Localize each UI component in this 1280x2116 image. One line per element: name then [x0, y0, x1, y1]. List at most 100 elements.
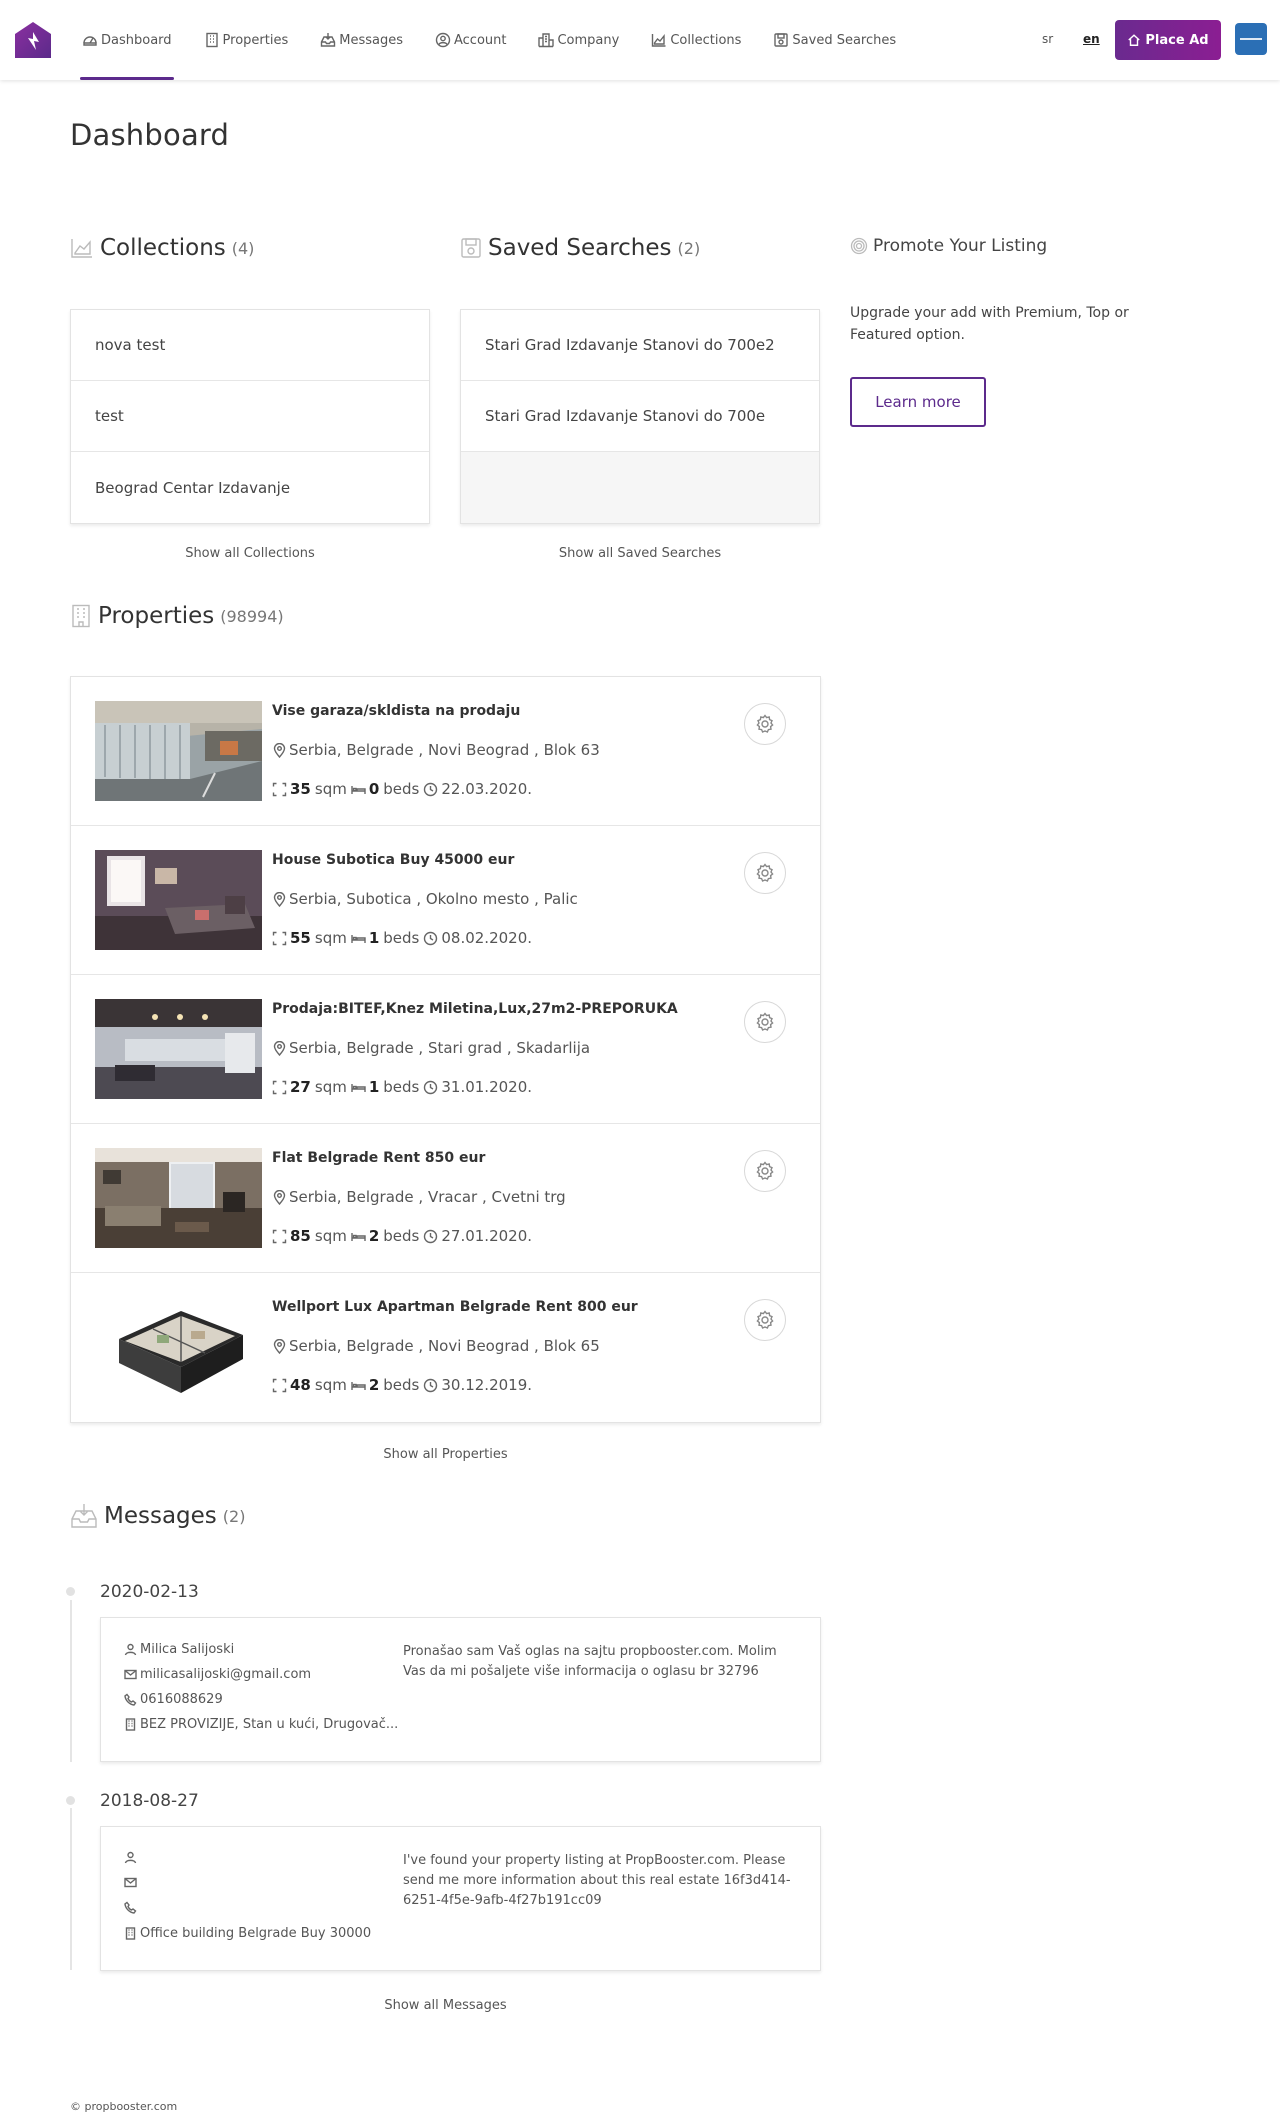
property-location: Serbia, Belgrade , Novi Beograd , Blok 6…: [272, 1337, 600, 1355]
building-icon: [125, 1718, 136, 1731]
property-area: 55: [290, 929, 311, 947]
saved-search-item[interactable]: Stari Grad Izdavanje Stanovi do 700e2: [461, 310, 819, 381]
property-title[interactable]: Wellport Lux Apartman Belgrade Rent 800 …: [272, 1299, 638, 1315]
property-settings-button[interactable]: [744, 1150, 786, 1192]
property-thumbnail[interactable]: [95, 999, 262, 1099]
property-row[interactable]: Wellport Lux Apartman Belgrade Rent 800 …: [71, 1273, 820, 1422]
building-icon: [205, 32, 218, 48]
area-unit: sqm: [314, 1078, 347, 1096]
property-title[interactable]: Prodaja:BITEF,Knez Miletina,Lux,27m2-PRE…: [272, 1001, 678, 1017]
property-title[interactable]: House Subotica Buy 45000 eur: [272, 852, 514, 868]
language-sr[interactable]: sr: [1042, 32, 1053, 46]
clock-icon: [424, 1229, 438, 1243]
properties-list: Vise garaza/skldista na prodaju Serbia, …: [70, 676, 821, 1423]
chart-folder-icon: [652, 34, 666, 47]
message-property-name[interactable]: BEZ PROVIZIJE, Stan u kući, Drugovač...: [140, 1717, 398, 1732]
saved-searches-title: Saved Searches: [488, 235, 672, 261]
property-beds: 2: [368, 1376, 380, 1394]
kitchen-photo: [95, 999, 262, 1099]
property-area: 35: [290, 780, 311, 798]
collection-item[interactable]: test: [71, 381, 429, 452]
timeline-dot: [66, 1796, 75, 1805]
sender-phone[interactable]: 0616088629: [140, 1692, 223, 1707]
messages-title: Messages: [104, 1503, 217, 1529]
beds-unit: beds: [383, 1376, 420, 1394]
user-icon: [124, 1851, 137, 1864]
property-location: Serbia, Subotica , Okolno mesto , Palic: [272, 890, 578, 908]
property-title[interactable]: Vise garaza/skldista na prodaju: [272, 703, 520, 719]
main-nav: Dashboard Properties Messages Account Co…: [80, 0, 926, 80]
property-settings-button[interactable]: [744, 1001, 786, 1043]
messages-header: Messages (2): [70, 1503, 245, 1529]
message-phone: 0616088629: [124, 1692, 223, 1707]
location-pin-icon: [273, 742, 286, 758]
messages-count: (2): [222, 1506, 246, 1526]
target-icon: [850, 237, 868, 255]
property-area: 85: [290, 1227, 311, 1245]
property-row[interactable]: Vise garaza/skldista na prodaju Serbia, …: [71, 677, 820, 826]
language-en[interactable]: en: [1083, 32, 1100, 46]
property-row[interactable]: Prodaja:BITEF,Knez Miletina,Lux,27m2-PRE…: [71, 975, 820, 1124]
property-row[interactable]: House Subotica Buy 45000 eur Serbia, Sub…: [71, 826, 820, 975]
learn-more-button[interactable]: Learn more: [850, 377, 986, 427]
area-icon: [272, 1229, 287, 1243]
company-avatar[interactable]: [1235, 23, 1267, 55]
nav-collections-label: Collections: [670, 32, 742, 48]
place-ad-button[interactable]: Place Ad: [1115, 20, 1221, 60]
nav-properties[interactable]: Properties: [202, 0, 291, 80]
saved-search-item[interactable]: Stari Grad Izdavanje Stanovi do 700e: [461, 381, 819, 452]
collection-item[interactable]: Beograd Centar Izdavanje: [71, 452, 429, 523]
inbox-icon: [71, 1504, 97, 1528]
nav-account-label: Account: [453, 32, 507, 48]
clock-icon: [424, 1080, 438, 1094]
message-card[interactable]: Office building Belgrade Buy 30000 I've …: [100, 1826, 821, 1971]
nav-messages-label: Messages: [339, 32, 403, 48]
nav-saved-searches[interactable]: Saved Searches: [771, 0, 898, 80]
property-date: 08.02.2020.: [441, 929, 533, 947]
area-unit: sqm: [314, 929, 347, 947]
gear-icon: [756, 1161, 774, 1180]
gear-icon: [756, 714, 774, 733]
show-all-properties-link[interactable]: Show all Properties: [70, 1447, 821, 1462]
property-location-text: Serbia, Belgrade , Stari grad , Skadarli…: [289, 1039, 591, 1057]
property-location: Serbia, Belgrade , Stari grad , Skadarli…: [272, 1039, 590, 1057]
show-all-messages-link[interactable]: Show all Messages: [70, 1998, 821, 2013]
dashboard-icon: [83, 36, 97, 46]
nav-messages[interactable]: Messages: [318, 0, 405, 80]
nav-dashboard[interactable]: Dashboard: [80, 0, 174, 80]
property-settings-button[interactable]: [744, 703, 786, 745]
property-thumbnail[interactable]: [95, 850, 262, 950]
message-card[interactable]: Milica Salijoski milicasalijoski@gmail.c…: [100, 1617, 821, 1762]
property-settings-button[interactable]: [744, 852, 786, 894]
living-room-photo: [95, 1148, 262, 1248]
property-location: Serbia, Belgrade , Vracar , Cvetni trg: [272, 1188, 566, 1206]
message-date: 2020-02-13: [100, 1582, 199, 1602]
property-location: Serbia, Belgrade , Novi Beograd , Blok 6…: [272, 741, 600, 759]
collections-count: (4): [231, 238, 255, 258]
property-thumbnail[interactable]: [95, 1297, 262, 1397]
save-icon: [774, 33, 789, 47]
collection-item[interactable]: nova test: [71, 310, 429, 381]
beds-unit: beds: [383, 1078, 420, 1096]
property-meta: 48 sqm 2 beds 30.12.2019.: [272, 1376, 532, 1394]
property-thumbnail[interactable]: [95, 701, 262, 801]
footer-copyright: © propbooster.com: [70, 2100, 178, 2113]
nav-account[interactable]: Account: [433, 0, 509, 80]
timeline-line: [70, 1600, 72, 1762]
property-thumbnail[interactable]: [95, 1148, 262, 1248]
sender-email[interactable]: milicasalijoski@gmail.com: [140, 1667, 311, 1682]
message-property-name[interactable]: Office building Belgrade Buy 30000: [140, 1926, 371, 1941]
room-photo: [95, 850, 262, 950]
property-beds: 0: [368, 780, 380, 798]
show-all-collections-link[interactable]: Show all Collections: [70, 546, 430, 561]
property-row[interactable]: Flat Belgrade Rent 850 eur Serbia, Belgr…: [71, 1124, 820, 1273]
property-title[interactable]: Flat Belgrade Rent 850 eur: [272, 1150, 485, 1166]
area-unit: sqm: [314, 780, 347, 798]
city-icon: [538, 33, 555, 48]
property-settings-button[interactable]: [744, 1299, 786, 1341]
nav-company[interactable]: Company: [536, 0, 621, 80]
nav-company-label: Company: [557, 32, 620, 48]
propbooster-logo[interactable]: [13, 20, 53, 60]
nav-collections[interactable]: Collections: [649, 0, 743, 80]
show-all-saved-searches-link[interactable]: Show all Saved Searches: [460, 546, 820, 561]
